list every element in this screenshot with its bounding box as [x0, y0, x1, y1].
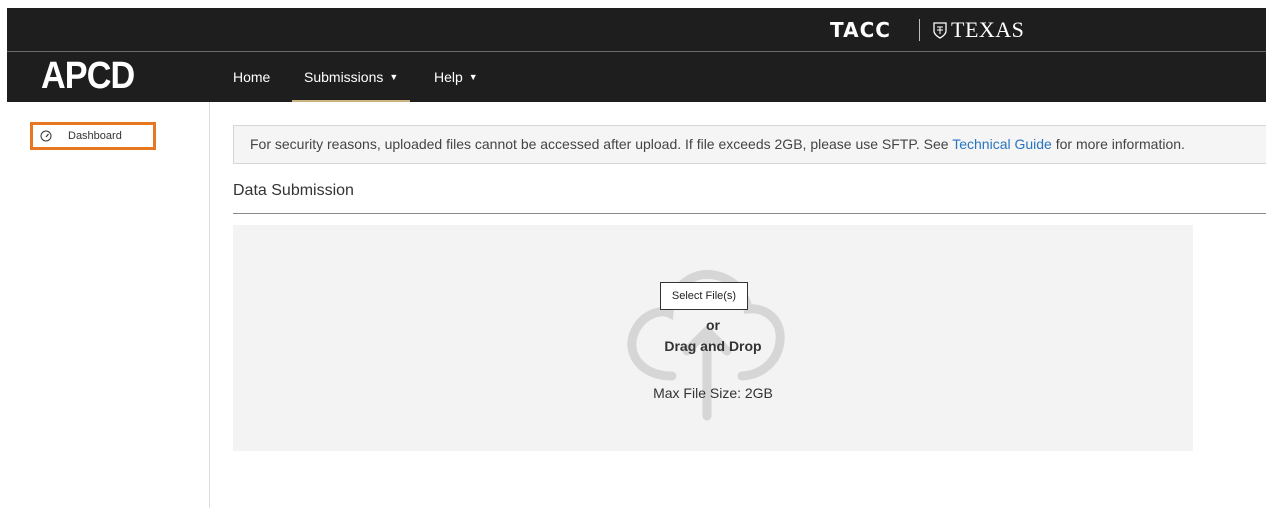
nav-home[interactable]: Home	[233, 52, 270, 102]
caret-down-icon: ▼	[389, 72, 399, 82]
file-dropzone[interactable]: Select File(s) or Drag and Drop Max File…	[233, 225, 1193, 451]
drag-drop-label: Drag and Drop	[664, 338, 762, 354]
page-title: Data Submission	[233, 182, 354, 199]
main-navbar: APCD Home Submissions ▼ Help ▼	[7, 52, 1266, 102]
nav-help-label: Help	[434, 69, 463, 85]
nav-submissions-label: Submissions	[304, 69, 384, 85]
select-files-button[interactable]: Select File(s)	[660, 282, 748, 310]
or-label: or	[706, 317, 720, 333]
notice-text-end: for more information.	[1051, 136, 1185, 152]
sidebar-item-dashboard[interactable]: Dashboard	[30, 122, 156, 150]
gauge-icon	[40, 130, 52, 142]
sidebar-item-label: Dashboard	[68, 130, 122, 142]
technical-guide-link[interactable]: Technical Guide	[952, 136, 1052, 152]
max-file-size: Max File Size: 2GB	[653, 385, 773, 401]
security-notice: For security reasons, uploaded files can…	[233, 125, 1266, 164]
texas-wordmark: TEXAS	[951, 17, 1025, 42]
texas-logo[interactable]: TEXAS	[933, 17, 1024, 43]
divider	[233, 213, 1266, 214]
caret-down-icon: ▼	[468, 72, 478, 82]
page-margin	[0, 0, 1266, 8]
nav-home-label: Home	[233, 69, 271, 85]
nav-submissions[interactable]: Submissions ▼	[292, 52, 411, 102]
brand-bar: TACC TEXAS	[7, 8, 1266, 52]
app-logo[interactable]: APCD	[41, 55, 135, 98]
notice-text: For security reasons, uploaded files can…	[250, 136, 953, 152]
sidebar: Dashboard	[7, 102, 210, 508]
brand-divider	[919, 19, 920, 41]
tacc-logo[interactable]: TACC	[830, 18, 891, 42]
nav-help[interactable]: Help ▼	[434, 52, 478, 102]
ut-shield-icon	[933, 21, 947, 39]
